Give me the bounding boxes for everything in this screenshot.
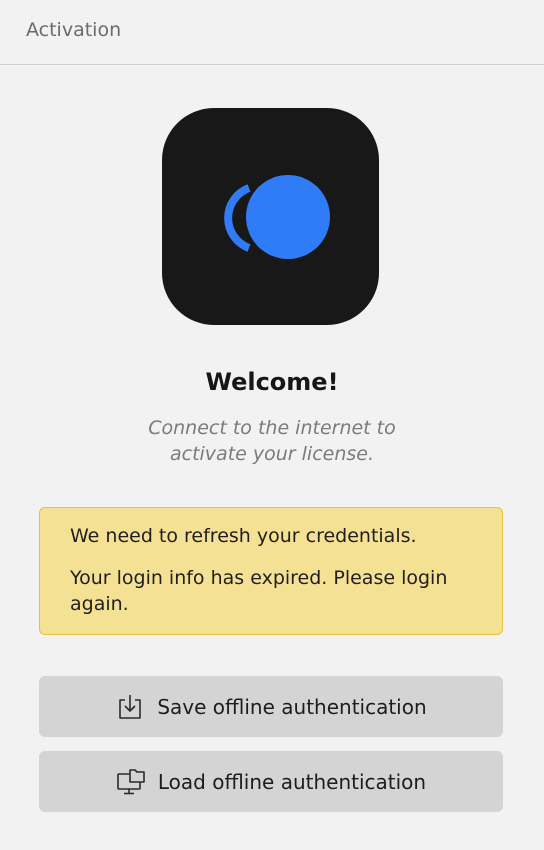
load-offline-auth-label: Load offline authentication — [157, 769, 427, 794]
welcome-subtitle: Connect to the internet to activate your… — [148, 417, 396, 465]
load-offline-auth-button[interactable]: Load offline authentication — [39, 751, 503, 812]
window-title: Activation — [26, 19, 122, 41]
download-icon — [115, 692, 145, 722]
save-offline-auth-label: Save offline authentication — [157, 694, 427, 719]
credentials-alert: We need to refresh your credentials. You… — [39, 507, 503, 635]
alert-message: Your login info has expired. Please logi… — [70, 567, 448, 615]
welcome-heading: Welcome! — [205, 368, 339, 396]
alert-title: We need to refresh your credentials. — [70, 525, 417, 547]
save-offline-auth-button[interactable]: Save offline authentication — [39, 676, 503, 737]
monitor-folder-icon — [116, 767, 146, 797]
app-logo-icon — [224, 175, 330, 259]
window-header: Activation — [0, 0, 544, 65]
app-logo — [162, 108, 379, 325]
